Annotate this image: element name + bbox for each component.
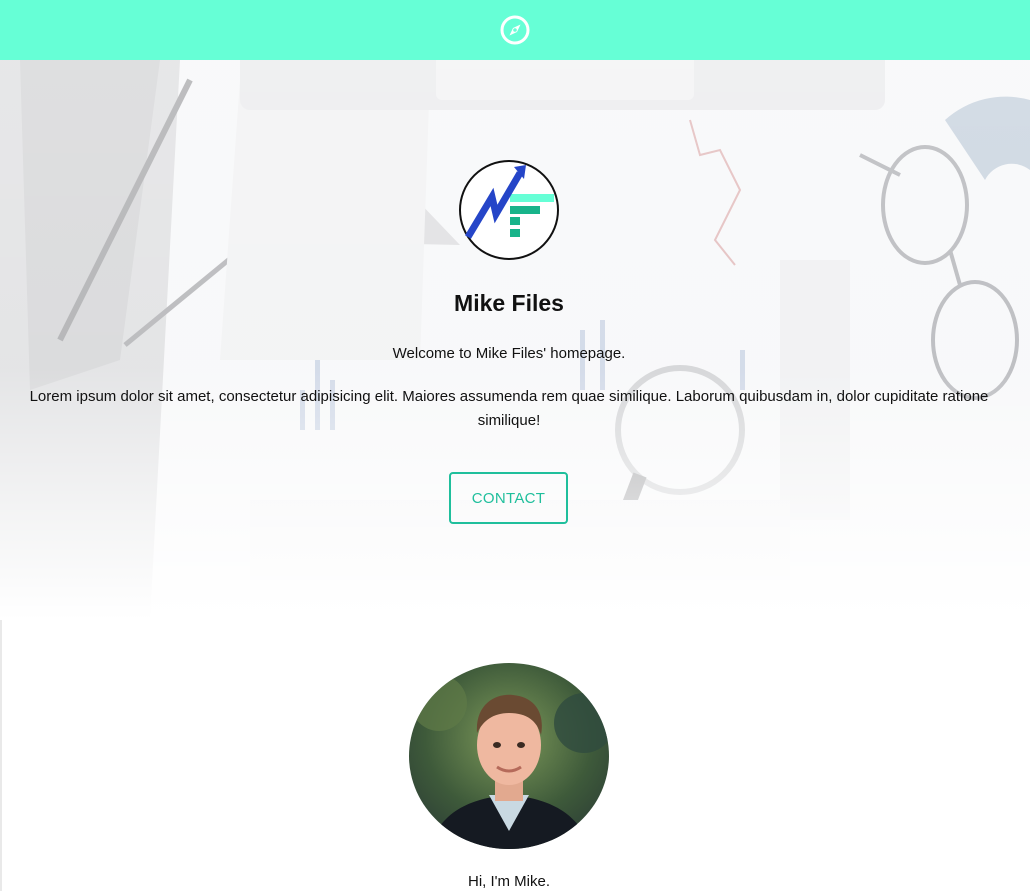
mike-files-logo — [459, 160, 559, 260]
top-navbar — [0, 0, 1030, 60]
profile-avatar — [409, 663, 609, 849]
contact-button[interactable]: CONTACT — [449, 472, 568, 524]
profile-photo — [409, 663, 609, 849]
hero-overlay — [0, 60, 1030, 620]
compass-icon[interactable] — [499, 14, 531, 46]
page-title: Mike Files — [454, 290, 564, 316]
hero-section: Mike Files Welcome to Mike Files' homepa… — [0, 60, 1030, 620]
welcome-text: Welcome to Mike Files' homepage. — [392, 345, 626, 362]
hero-description: Lorem ipsum dolor sit amet, consectetur … — [29, 388, 989, 429]
about-intro: Hi, I'm Mike. — [467, 873, 551, 890]
